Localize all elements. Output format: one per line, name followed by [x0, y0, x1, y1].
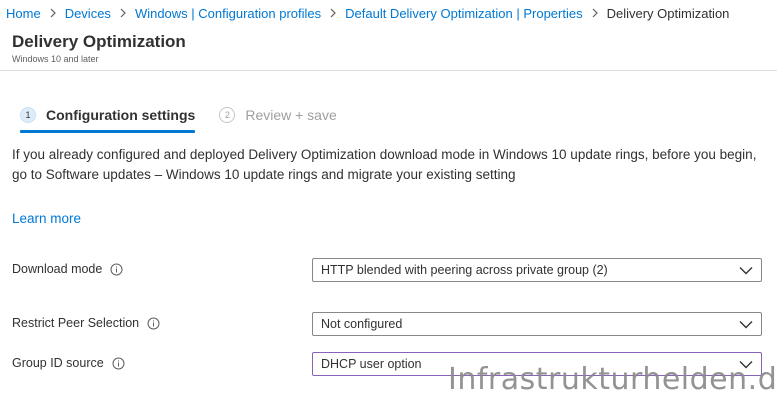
step-number: 2 — [219, 107, 236, 123]
download-mode-label: Download mode — [12, 262, 123, 276]
breadcrumb: Home Devices Windows | Configuration pro… — [0, 0, 777, 26]
step-number: 1 — [20, 107, 36, 123]
chevron-right-icon — [119, 8, 127, 18]
restrict-peer-selection-label: Restrict Peer Selection — [12, 316, 160, 330]
breadcrumb-properties[interactable]: Default Delivery Optimization | Properti… — [345, 6, 582, 21]
restrict-peer-selection-label-text: Restrict Peer Selection — [12, 316, 140, 330]
step-review-save[interactable]: 2 Review + save — [219, 104, 337, 126]
page-subtitle: Windows 10 and later — [12, 54, 99, 64]
step-label: Configuration settings — [46, 107, 196, 123]
learn-more-link[interactable]: Learn more — [12, 211, 81, 226]
migration-info-text: If you already configured and deployed D… — [12, 147, 757, 182]
group-id-source-label: Group ID source — [12, 356, 125, 370]
page-title: Delivery Optimization — [12, 32, 186, 51]
watermark: Infrastrukturhelden.de — [448, 362, 777, 397]
breadcrumb-devices[interactable]: Devices — [65, 6, 111, 21]
info-icon[interactable] — [147, 317, 160, 330]
download-mode-label-text: Download mode — [12, 262, 103, 276]
wizard-steps: 1 Configuration settings 2 Review + save — [20, 104, 361, 133]
active-step-indicator — [20, 130, 196, 133]
info-icon[interactable] — [112, 357, 125, 370]
restrict-peer-selection-value: Not configured — [321, 317, 403, 331]
download-mode-value: HTTP blended with peering across private… — [321, 263, 608, 277]
header-divider — [0, 70, 777, 71]
download-mode-dropdown[interactable]: HTTP blended with peering across private… — [312, 258, 762, 282]
step-label: Review + save — [245, 107, 337, 123]
breadcrumb-home[interactable]: Home — [6, 6, 41, 21]
chevron-down-icon — [739, 266, 753, 275]
chevron-down-icon — [739, 320, 753, 329]
page-header: Delivery Optimization Windows 10 and lat… — [12, 32, 186, 64]
info-icon[interactable] — [110, 263, 123, 276]
chevron-right-icon — [329, 8, 337, 18]
breadcrumb-current: Delivery Optimization — [606, 5, 730, 21]
chevron-right-icon — [591, 8, 599, 18]
step-configuration-settings[interactable]: 1 Configuration settings — [20, 104, 196, 133]
restrict-peer-selection-dropdown[interactable]: Not configured — [312, 312, 762, 336]
breadcrumb-configuration-profiles[interactable]: Windows | Configuration profiles — [135, 6, 321, 21]
group-id-source-label-text: Group ID source — [12, 356, 104, 370]
chevron-right-icon — [49, 8, 57, 18]
